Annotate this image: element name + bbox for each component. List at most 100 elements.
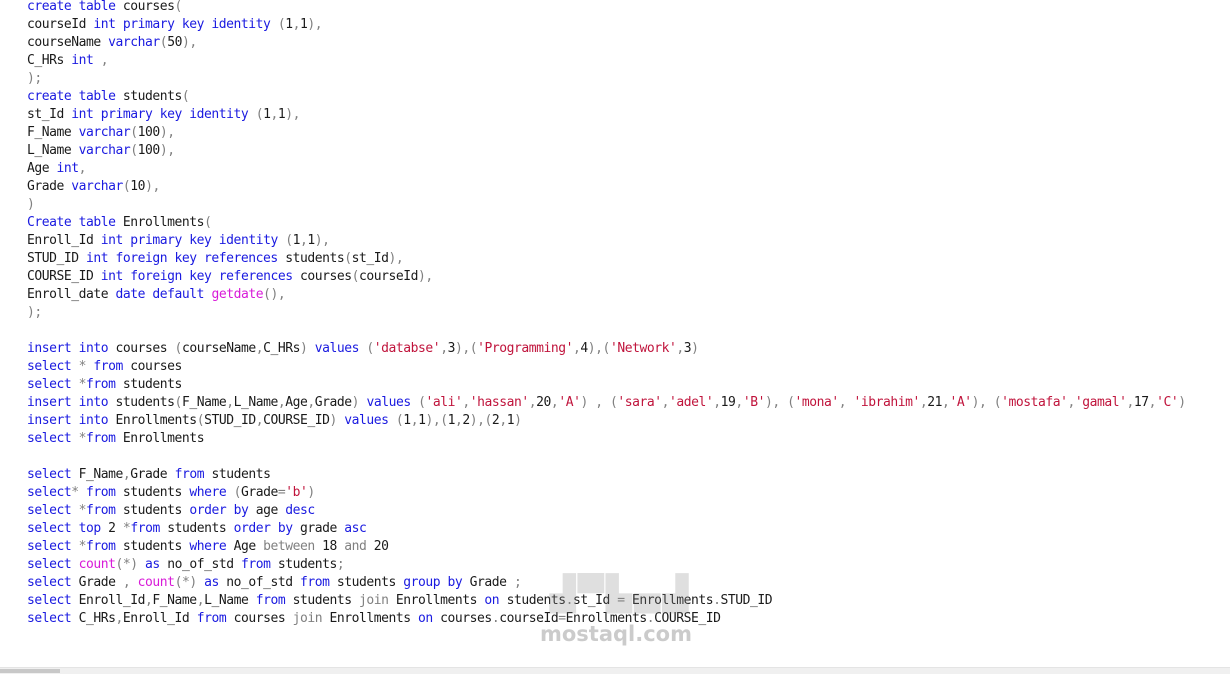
code-token: students — [122, 485, 190, 500]
code-token: courses — [122, 0, 175, 14]
code-line[interactable] — [27, 448, 1230, 466]
code-token: students — [277, 557, 337, 572]
code-token: 'B' — [742, 395, 766, 410]
code-line[interactable]: st_Id int primary key identity (1,1), — [27, 106, 1230, 124]
code-line[interactable]: create table courses( — [27, 0, 1230, 16]
code-line[interactable]: create table students( — [27, 88, 1230, 106]
code-token: 'Network' — [609, 341, 677, 356]
code-line[interactable]: C_HRs int , — [27, 52, 1230, 70]
code-token: Grade — [240, 485, 278, 500]
code-token: order by — [233, 521, 300, 536]
code-area[interactable]: create table courses(courseId int primar… — [27, 0, 1230, 628]
code-token: ), ( — [971, 395, 1002, 410]
scrollbar-thumb[interactable] — [0, 669, 60, 673]
code-token: 50 — [167, 35, 182, 50]
code-line[interactable]: select Grade , count(*) as no_of_std fro… — [27, 574, 1230, 592]
code-token: no_of_std — [226, 575, 300, 590]
code-line[interactable]: COURSE_ID int foreign key references cou… — [27, 268, 1230, 286]
code-token: ( — [130, 143, 138, 158]
code-line[interactable]: select *from students order by age desc — [27, 502, 1230, 520]
code-line[interactable]: Grade varchar(10), — [27, 178, 1230, 196]
code-line[interactable]: insert into students(F_Name,L_Name,Age,G… — [27, 394, 1230, 412]
code-token: courses — [115, 341, 175, 356]
code-token: courses — [233, 611, 293, 626]
code-line[interactable]: select* from students where (Grade='b') — [27, 484, 1230, 502]
code-line[interactable]: Enroll_date date default getdate(), — [27, 286, 1230, 304]
code-token: 20 — [373, 539, 389, 554]
code-token: 'b' — [285, 485, 308, 500]
code-token: Grade — [469, 575, 514, 590]
code-token: 1 — [506, 413, 515, 428]
code-line[interactable]: STUD_ID int foreign key references stude… — [27, 250, 1230, 268]
code-token: 100 — [137, 125, 161, 140]
code-token: ) — [514, 413, 522, 428]
code-line[interactable]: Enroll_Id int primary key identity (1,1)… — [27, 232, 1230, 250]
code-token: varchar — [78, 143, 131, 158]
code-token: 'A' — [558, 395, 581, 410]
code-line[interactable]: select *from students where Age between … — [27, 538, 1230, 556]
code-token: F_Name — [152, 593, 197, 608]
code-line[interactable]: L_Name varchar(100), — [27, 142, 1230, 160]
code-line[interactable]: ); — [27, 70, 1230, 88]
code-token: , — [410, 413, 419, 428]
code-token: F_Name — [181, 395, 227, 410]
code-token: . — [713, 593, 721, 608]
code-token: (), — [263, 287, 286, 302]
code-token: count — [78, 557, 116, 572]
code-line[interactable]: ); — [27, 304, 1230, 322]
code-line[interactable]: F_Name varchar(100), — [27, 124, 1230, 142]
code-token: * — [71, 485, 87, 500]
code-token: students — [211, 467, 271, 482]
code-line[interactable]: select Enroll_Id,F_Name,L_Name from stud… — [27, 592, 1230, 610]
code-line[interactable]: select * from courses — [27, 358, 1230, 376]
code-token: 10 — [130, 179, 146, 194]
code-line[interactable]: Age int, — [27, 160, 1230, 178]
code-token: L_Name — [27, 143, 79, 158]
code-line[interactable]: courseName varchar(50), — [27, 34, 1230, 52]
code-line[interactable]: insert into courses (courseName,C_HRs) v… — [27, 340, 1230, 358]
code-line[interactable] — [27, 322, 1230, 340]
code-token: Grade — [27, 179, 72, 194]
code-line[interactable]: insert into Enrollments(STUD_ID,COURSE_I… — [27, 412, 1230, 430]
code-token: order by — [189, 503, 256, 518]
code-token: ), — [285, 107, 301, 122]
code-token: ),( — [469, 413, 493, 428]
code-line[interactable]: select *from students — [27, 376, 1230, 394]
code-token: ) — [1178, 395, 1186, 410]
code-line[interactable]: ) — [27, 196, 1230, 214]
code-token: as — [204, 575, 227, 590]
horizontal-scrollbar[interactable] — [0, 667, 1230, 674]
code-token: 21 — [927, 395, 943, 410]
code-token: ( — [233, 485, 242, 500]
code-token: from — [196, 611, 234, 626]
code-line[interactable]: select C_HRs,Enroll_Id from courses join… — [27, 610, 1230, 628]
code-token: Grade — [130, 467, 175, 482]
code-line[interactable]: select *from Enrollments — [27, 430, 1230, 448]
code-token: 17 — [1133, 395, 1149, 410]
code-token: , — [440, 341, 448, 356]
code-token: from — [174, 467, 212, 482]
sql-editor[interactable]: create table courses(courseId int primar… — [0, 0, 1230, 668]
code-token: ; — [513, 575, 522, 590]
code-token: Enroll_Id — [122, 611, 197, 626]
code-token: F_Name — [78, 467, 124, 482]
code-line[interactable]: courseId int primary key identity (1,1), — [27, 16, 1230, 34]
code-token: courseName — [181, 341, 256, 356]
code-token: select — [27, 611, 79, 626]
code-line[interactable]: select top 2 *from students order by gra… — [27, 520, 1230, 538]
code-line[interactable]: Create table Enrollments( — [27, 214, 1230, 232]
code-token: as — [145, 557, 168, 572]
code-token: courseId — [499, 611, 559, 626]
code-token: values — [314, 341, 367, 356]
code-token: 4 — [580, 341, 588, 356]
code-token: Enrollments — [122, 431, 205, 446]
code-token: Enroll_Id — [78, 593, 146, 608]
code-token: ), — [418, 269, 433, 284]
code-line[interactable]: select count(*) as no_of_std from studen… — [27, 556, 1230, 574]
code-token: from — [86, 485, 123, 500]
code-line[interactable]: select F_Name,Grade from students — [27, 466, 1230, 484]
code-token: C_HRs — [27, 53, 72, 68]
code-token: 'ibrahim' — [853, 395, 921, 410]
code-token: , — [270, 107, 278, 122]
code-token: int primary key identity — [71, 107, 256, 122]
